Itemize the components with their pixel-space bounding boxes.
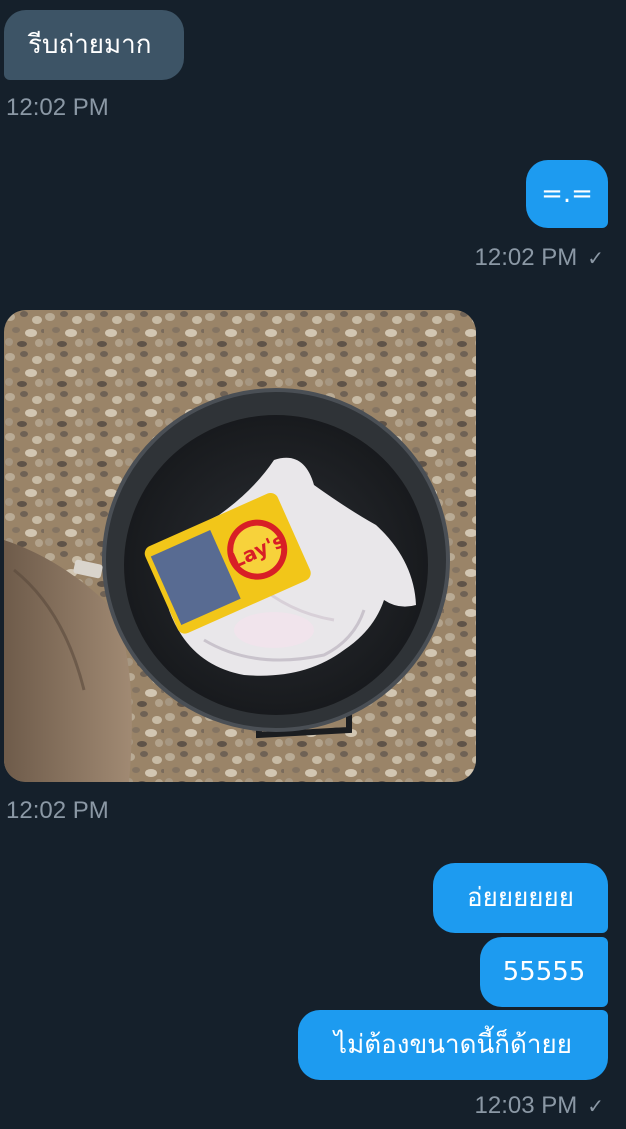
- message-timestamp: 12:02 PM: [6, 94, 109, 121]
- message-text: รีบถ่ายมาก: [28, 30, 152, 60]
- message-text: อ่ยยยยยย: [466, 883, 575, 913]
- checkmark-icon: ✓: [587, 1096, 604, 1118]
- message-text: =.=: [541, 179, 593, 209]
- message-bubble-sent[interactable]: อ่ยยยยยย: [433, 863, 608, 933]
- message-bubble-received[interactable]: รีบถ่ายมาก: [4, 10, 184, 80]
- message-timestamp: 12:03 PM ✓: [474, 1092, 605, 1119]
- message-bubble-sent[interactable]: =.=: [526, 160, 608, 228]
- message-timestamp: 12:02 PM ✓: [474, 244, 605, 271]
- message-text: ไม่ต้องขนาดนี้ก็ด้ายย: [334, 1030, 572, 1060]
- message-text: 55555: [502, 957, 586, 987]
- photo-image: Lay's: [4, 310, 476, 782]
- checkmark-icon: ✓: [587, 248, 604, 270]
- message-bubble-sent[interactable]: 55555: [480, 937, 608, 1007]
- message-photo[interactable]: Lay's: [4, 310, 476, 782]
- message-bubble-sent[interactable]: ไม่ต้องขนาดนี้ก็ด้ายย: [298, 1010, 608, 1080]
- message-timestamp: 12:02 PM: [6, 797, 109, 824]
